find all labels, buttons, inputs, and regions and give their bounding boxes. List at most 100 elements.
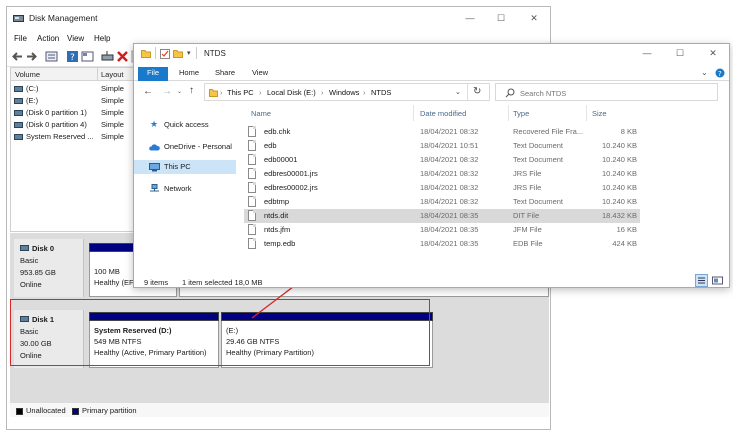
column-layout[interactable]: Layout — [101, 70, 124, 79]
maximize-button[interactable]: ☐ — [675, 48, 685, 58]
refresh-icon[interactable]: ↻ — [473, 86, 481, 97]
volume-name: (Disk 0 partition 4) — [26, 120, 87, 129]
file-row[interactable]: edb00001 18/04/2021 08:32 Text Document 10.… — [244, 153, 640, 167]
list-view-icon[interactable] — [81, 50, 94, 63]
maximize-button[interactable]: ☐ — [496, 13, 506, 23]
file-name: edbres00001.jrs — [264, 169, 318, 178]
file-size: 424 KB — [612, 239, 637, 248]
file-date: 18/04/2021 08:32 — [420, 183, 479, 192]
breadcrumb-windows[interactable]: Windows — [329, 88, 359, 97]
breadcrumb-separator: › — [321, 88, 324, 97]
search-input[interactable] — [520, 87, 710, 99]
minimize-button[interactable]: — — [465, 13, 475, 23]
svg-text:?: ? — [70, 53, 75, 63]
nav-quick-access[interactable]: ★ Quick access — [146, 118, 236, 132]
file-name: edbres00002.jrs — [264, 183, 318, 192]
file-type: Text Document — [513, 155, 564, 164]
tab-share[interactable]: Share — [210, 67, 240, 81]
volume-name: (C:) — [26, 84, 39, 93]
close-button[interactable]: ✕ — [529, 13, 539, 23]
tab-view[interactable]: View — [245, 67, 275, 81]
back-arrow-icon[interactable]: ← — [143, 86, 153, 97]
volume-name: (Disk 0 partition 1) — [26, 108, 87, 117]
column-header-size[interactable]: Size — [592, 109, 607, 118]
minimize-button[interactable]: — — [642, 48, 652, 58]
file-type: JRS File — [513, 183, 542, 192]
menu-action[interactable]: Action — [37, 34, 59, 43]
breadcrumb-this-pc[interactable]: This PC — [227, 88, 254, 97]
details-view-icon[interactable] — [695, 274, 708, 287]
file-row-selected[interactable]: ntds.dit 18/04/2021 08:35 DIT File 18.432 K… — [244, 209, 640, 223]
menu-view[interactable]: View — [67, 34, 84, 43]
up-arrow-icon[interactable]: ↑ — [189, 85, 194, 96]
selection-info: 1 item selected 18,0 MB — [182, 278, 263, 287]
recent-locations-icon[interactable]: ⌄ — [177, 88, 182, 95]
help-icon[interactable]: ? — [715, 68, 725, 78]
close-button[interactable]: ✕ — [708, 48, 718, 58]
nav-label: This PC — [164, 162, 191, 171]
disk0-label[interactable]: Disk 0 Basic 953.85 GB Online — [14, 239, 84, 297]
delete-icon[interactable] — [116, 50, 129, 63]
star-icon: ★ — [150, 119, 159, 129]
file-row[interactable]: temp.edb 18/04/2021 08:35 EDB File 424 KB — [244, 237, 640, 251]
new-folder-icon[interactable] — [173, 49, 183, 58]
file-type: DIT File — [513, 211, 540, 220]
file-row[interactable]: edb.chk 18/04/2021 08:32 Recovered File Fr… — [244, 125, 640, 139]
volume-layout: Simple — [101, 96, 124, 105]
large-icons-view-icon[interactable] — [711, 274, 724, 287]
legend-swatch — [16, 407, 23, 415]
file-icon — [248, 196, 256, 207]
drive-icon — [14, 98, 23, 104]
quick-access-dropdown-icon[interactable]: ▾ — [187, 49, 191, 57]
file-row[interactable]: edbtmp 18/04/2021 08:32 Text Document 10.24… — [244, 195, 640, 209]
file-size: 10.240 KB — [601, 183, 637, 192]
file-icon — [248, 154, 256, 165]
folder-icon — [141, 50, 151, 58]
menu-help[interactable]: Help — [94, 34, 110, 43]
volume-row[interactable]: (E:) Simple — [14, 96, 150, 107]
back-icon[interactable] — [11, 50, 24, 63]
volume-row[interactable]: (Disk 0 partition 1) Simple — [14, 108, 150, 119]
file-row[interactable]: edbres00002.jrs 18/04/2021 08:32 JRS File 1… — [244, 181, 640, 195]
drive-icon — [14, 134, 23, 140]
nav-onedrive[interactable]: OneDrive - Personal — [146, 140, 236, 154]
column-header-type[interactable]: Type — [513, 109, 529, 118]
legend-primary: Primary partition — [72, 406, 137, 415]
expand-ribbon-icon[interactable]: ⌄ — [701, 68, 708, 77]
file-date: 18/04/2021 08:35 — [420, 211, 479, 220]
help-icon[interactable]: ? — [66, 50, 79, 63]
tab-file[interactable]: File — [138, 67, 168, 81]
file-name: edb — [264, 141, 277, 150]
breadcrumb-ntds[interactable]: NTDS — [371, 88, 391, 97]
volume-row[interactable]: (Disk 0 partition 4) Simple — [14, 120, 150, 131]
volume-list-header: Volume Layout — [11, 68, 149, 81]
volume-name: (E:) — [26, 96, 39, 105]
cloud-icon — [149, 144, 160, 151]
menu-file[interactable]: File — [14, 34, 27, 43]
column-header-date[interactable]: Date modified — [420, 109, 466, 118]
file-row[interactable]: edbres00001.jrs 18/04/2021 08:32 JRS File 1… — [244, 167, 640, 181]
forward-arrow-icon[interactable]: → — [162, 86, 172, 97]
file-row[interactable]: edb 18/04/2021 10:51 Text Document 10.240 K… — [244, 139, 640, 153]
forward-icon[interactable] — [25, 50, 38, 63]
file-icon — [248, 210, 256, 221]
nav-network[interactable]: Network — [146, 182, 236, 196]
properties-icon[interactable] — [45, 50, 58, 63]
volume-row[interactable]: System Reserved ... Simple — [14, 132, 150, 143]
volume-row[interactable]: (C:) Simple — [14, 84, 150, 95]
breadcrumb-local-disk[interactable]: Local Disk (E:) — [267, 88, 316, 97]
connect-drive-icon[interactable] — [101, 50, 114, 63]
nav-this-pc[interactable]: This PC — [134, 160, 236, 174]
file-row[interactable]: ntds.jfm 18/04/2021 08:35 JFM File 16 KB — [244, 223, 640, 237]
volume-layout: Simple — [101, 132, 124, 141]
file-explorer-window: ▾ NTDS — ☐ ✕ File Home Share View ⌄ ? ← … — [133, 43, 730, 288]
properties-icon[interactable] — [160, 49, 170, 59]
file-date: 18/04/2021 08:32 — [420, 127, 479, 136]
file-date: 18/04/2021 08:32 — [420, 197, 479, 206]
column-header-name[interactable]: Name — [251, 109, 271, 118]
address-bar[interactable]: › This PC › Local Disk (E:) › Windows › … — [204, 83, 490, 101]
address-dropdown-icon[interactable]: ⌄ — [455, 88, 461, 96]
column-volume[interactable]: Volume — [15, 70, 40, 79]
disk0-size: 953.85 GB — [20, 268, 56, 277]
tab-home[interactable]: Home — [174, 67, 204, 81]
